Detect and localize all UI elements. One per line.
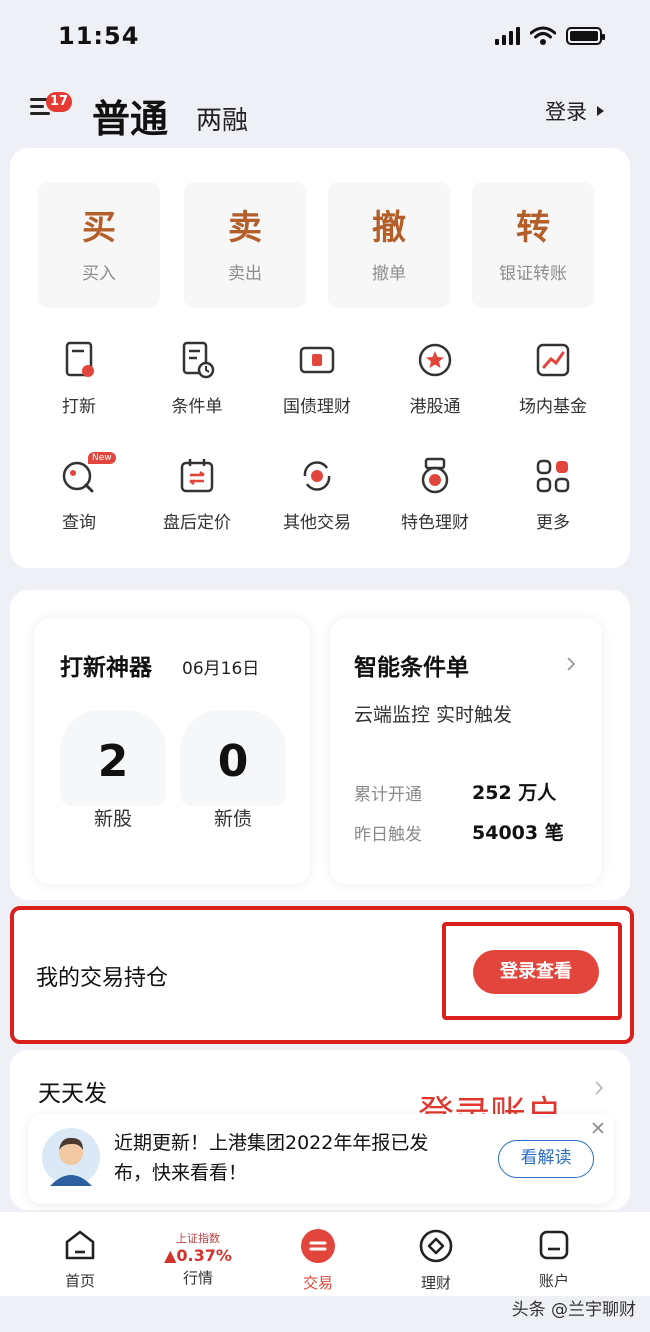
buy-char: 买	[82, 208, 116, 248]
exchange-fund-icon	[536, 343, 570, 377]
new-stock-label: 新股	[93, 808, 132, 830]
func-query-label: 查询	[62, 513, 96, 533]
func-treasury[interactable]: 国债理财	[258, 340, 376, 417]
transfer-button[interactable]: 转 银证转账	[472, 182, 594, 308]
watermark: 头条 @兰宇聊财	[511, 1300, 636, 1320]
smart-order-title: 智能条件单	[354, 655, 469, 681]
wifi-icon	[530, 26, 556, 45]
cancel-char: 撤	[372, 208, 406, 248]
func-exchange-fund[interactable]: 场内基金	[494, 340, 612, 417]
login-view-button[interactable]: 登录查看	[473, 950, 599, 994]
tiantian-title: 天天发	[38, 1081, 107, 1107]
func-treasury-label: 国债理财	[283, 397, 351, 417]
index-name: 上证指数	[176, 1232, 220, 1245]
func-conditional-order[interactable]: 条件单	[138, 340, 256, 417]
func-ipo[interactable]: 打新	[20, 340, 138, 417]
more-grid-icon	[536, 459, 570, 493]
tab-wealth[interactable]: 理财	[386, 1228, 486, 1293]
sell-label: 卖出	[228, 264, 262, 284]
hk-connect-icon	[418, 343, 452, 377]
other-trade-icon	[303, 461, 331, 491]
sell-char: 卖	[228, 208, 262, 248]
stat-open-label: 累计开通	[354, 785, 422, 805]
close-icon[interactable]	[592, 1122, 604, 1134]
new-bond-label: 新债	[213, 808, 252, 830]
func-after-hours-label: 盘后定价	[163, 513, 231, 533]
tab-trade-label: 交易	[302, 1274, 333, 1292]
ipo-tool-date: 06月16日	[182, 659, 260, 679]
holdings-title: 我的交易持仓	[36, 966, 169, 991]
buy-label: 买入	[82, 264, 116, 284]
caret-right-icon	[597, 106, 604, 116]
func-query[interactable]: New 查询	[20, 452, 138, 533]
func-hk-connect-label: 港股通	[409, 397, 461, 417]
notification-badge: 17	[46, 92, 73, 112]
ipo-tool-title: 打新神器	[60, 655, 152, 681]
tab-wealth-label: 理财	[420, 1274, 451, 1292]
special-wealth-icon	[421, 457, 449, 494]
status-time: 11:54	[58, 22, 140, 50]
trade-functions-card: 买 买入 卖 卖出 撤 撤单 转 银证转账 打新 条件单 国债理财 港股通 场内…	[10, 148, 630, 568]
chevron-right-icon	[595, 1081, 604, 1095]
trade-icon	[301, 1229, 335, 1263]
func-special-wealth[interactable]: 特色理财	[376, 456, 494, 533]
avatar	[42, 1128, 100, 1186]
tab-trade[interactable]: 交易	[268, 1228, 368, 1293]
conditional-order-icon	[182, 341, 215, 379]
login-link-label: 登录	[545, 100, 587, 124]
tab-normal[interactable]: 普通	[92, 88, 168, 143]
func-other-trade[interactable]: 其他交易	[258, 456, 376, 533]
cancel-label: 撤单	[372, 264, 406, 284]
func-more[interactable]: 更多	[494, 456, 612, 533]
index-change: ▲0.37%	[164, 1246, 232, 1265]
notice-text: 近期更新！上港集团2022年年报已发布，快来看看！	[114, 1132, 429, 1184]
tab-market-label: 行情	[182, 1269, 213, 1287]
stat-trigger-value: 54003 笔	[472, 822, 564, 844]
new-bond-count: 0	[217, 736, 249, 787]
func-exchange-fund-label: 场内基金	[519, 397, 587, 417]
func-other-trade-label: 其他交易	[283, 513, 351, 533]
promo-card: 打新神器 06月16日 2 0 新股 新债 智能条件单 云端监控 实时触发 累计…	[10, 590, 630, 900]
login-link[interactable]: 登录	[545, 96, 604, 126]
func-conditional-order-label: 条件单	[171, 397, 223, 417]
func-ipo-label: 打新	[62, 397, 96, 417]
new-stock-count: 2	[97, 736, 129, 787]
signal-icon	[495, 27, 520, 45]
ipo-icon	[65, 341, 94, 377]
smart-order-subtitle: 云端监控 实时触发	[354, 704, 513, 726]
account-icon	[539, 1230, 569, 1260]
tab-market[interactable]: 上证指数 ▲0.37% 行情	[148, 1230, 248, 1288]
func-after-hours[interactable]: 盘后定价	[138, 456, 256, 533]
buy-button[interactable]: 买 买入	[38, 182, 160, 308]
transfer-char: 转	[516, 208, 550, 248]
ipo-tool-card[interactable]: 打新神器 06月16日 2 0 新股 新债	[34, 618, 310, 884]
stat-trigger-label: 昨日触发	[354, 825, 422, 845]
func-special-wealth-label: 特色理财	[401, 513, 469, 533]
func-more-label: 更多	[536, 513, 570, 533]
tab-account[interactable]: 账户	[504, 1228, 604, 1291]
new-tag: New	[88, 452, 116, 464]
cancel-order-button[interactable]: 撤 撤单	[328, 182, 450, 308]
notice-banner[interactable]: 近期更新！上港集团2022年年报已发布，快来看看！ 看解读	[28, 1114, 614, 1204]
treasury-icon	[299, 346, 335, 374]
func-hk-connect[interactable]: 港股通	[376, 340, 494, 417]
battery-icon	[566, 27, 605, 45]
tab-margin[interactable]: 两融	[196, 100, 248, 137]
sell-button[interactable]: 卖 卖出	[184, 182, 306, 308]
read-analysis-button[interactable]: 看解读	[498, 1140, 594, 1178]
tab-home[interactable]: 首页	[30, 1228, 130, 1291]
tab-home-label: 首页	[64, 1272, 95, 1290]
after-hours-icon	[180, 459, 214, 493]
stat-open-value: 252 万人	[472, 782, 557, 804]
status-icons	[495, 26, 605, 46]
smart-order-card[interactable]: 智能条件单 云端监控 实时触发 累计开通 252 万人 昨日触发 54003 笔	[330, 618, 602, 884]
home-icon	[65, 1230, 95, 1260]
wealth-icon	[419, 1229, 453, 1263]
chevron-right-icon	[567, 657, 576, 671]
transfer-label: 银证转账	[499, 264, 567, 284]
tab-account-label: 账户	[538, 1272, 569, 1290]
